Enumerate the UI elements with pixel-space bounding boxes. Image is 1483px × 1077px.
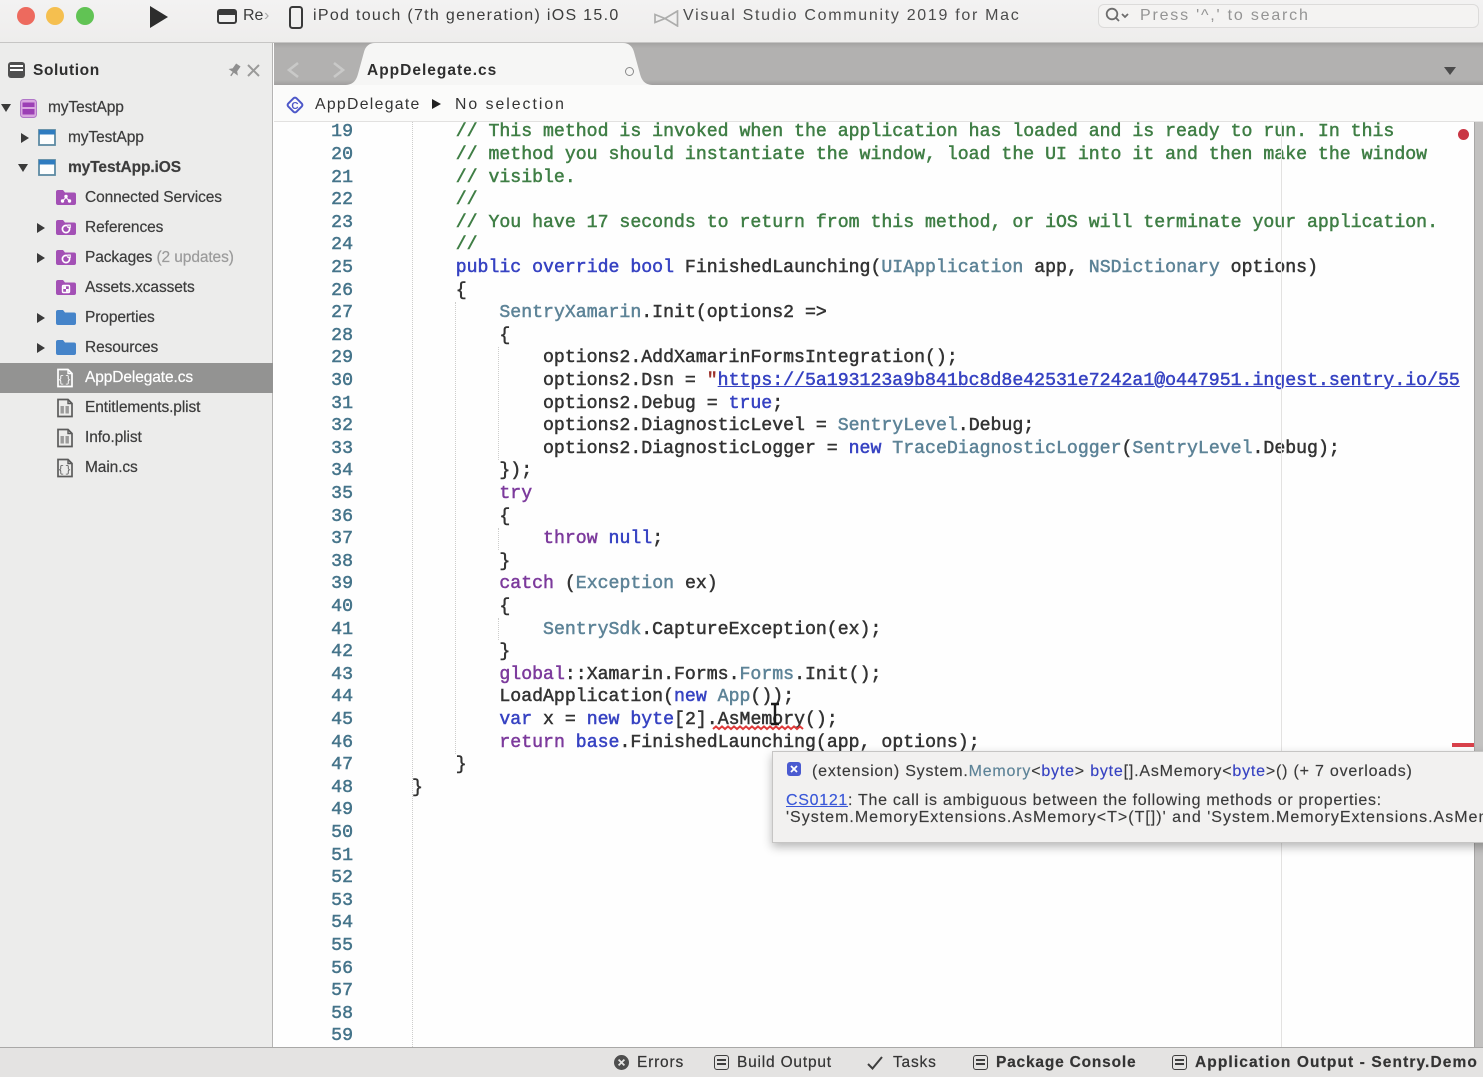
svg-text:{}: {} <box>58 375 72 387</box>
svg-text:{}: {} <box>58 465 72 477</box>
svg-text:C: C <box>291 101 298 112</box>
